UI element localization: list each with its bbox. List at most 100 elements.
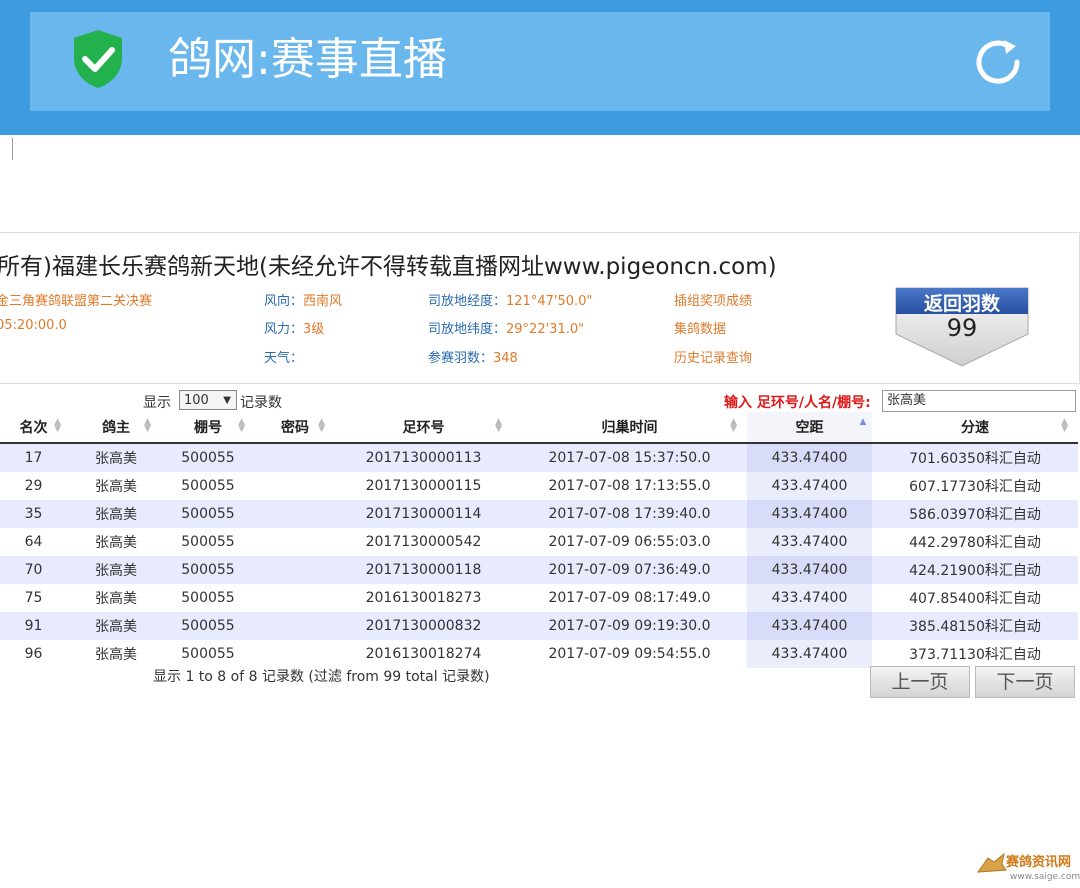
password-cell	[255, 640, 335, 668]
speed-cell: 607.17730科汇自动	[872, 472, 1078, 500]
release-time: 05:20:00.0	[0, 318, 67, 333]
owner-cell: 张高美	[71, 584, 161, 612]
distance-cell: 433.47400	[747, 472, 872, 500]
speed-cell: 586.03970科汇自动	[872, 500, 1078, 528]
table-info: 显示 1 to 8 of 8 记录数 (过滤 from 99 total 记录数…	[153, 669, 490, 685]
ring-cell: 2017130000832	[335, 612, 512, 640]
arrival-cell: 2017-07-09 09:19:30.0	[512, 612, 747, 640]
table-row: 70 张高美 500055 2017130000118 2017-07-09 07:36…	[0, 556, 1078, 584]
column-header-owner[interactable]: 鸽主 ▲ ▼	[71, 412, 161, 444]
owner-cell: 张高美	[71, 500, 161, 528]
password-cell	[255, 443, 335, 472]
sort-icon: ▲ ▼	[54, 417, 61, 434]
loft-cell: 500055	[161, 500, 255, 528]
rank-cell: 91	[0, 612, 71, 640]
arrival-cell: 2017-07-09 08:17:49.0	[512, 584, 747, 612]
column-header-ring[interactable]: 足环号 ▲ ▼	[335, 412, 512, 444]
pigeon-logo-icon	[976, 852, 1007, 873]
table-header-row: 名次 ▲ ▼ 鸽主 ▲ ▼ 棚号 ▲ ▼ 密码 ▲ ▼ 足环号 ▲ ▼ 归巢时间 ▲ ▼ 空距 ▲ 分速 ▲…	[0, 412, 1078, 444]
rank-cell: 75	[0, 584, 71, 612]
sort-icon: ▲ ▼	[730, 417, 737, 434]
watermark-url: www.saige.com	[1010, 872, 1080, 882]
column-header-loft[interactable]: 棚号 ▲ ▼	[161, 412, 255, 444]
loft-cell: 500055	[161, 472, 255, 500]
column-header-password[interactable]: 密码 ▲ ▼	[255, 412, 335, 444]
rank-cell: 70	[0, 556, 71, 584]
rank-cell: 35	[0, 500, 71, 528]
table-row: 29 张高美 500055 2017130000115 2017-07-08 17:13…	[0, 472, 1078, 500]
rank-cell: 17	[0, 443, 71, 472]
table-row: 91 张高美 500055 2017130000832 2017-07-09 09:19…	[0, 612, 1078, 640]
owner-cell: 张高美	[71, 443, 161, 472]
column-header-arrival[interactable]: 归巢时间 ▲ ▼	[512, 412, 747, 444]
sort-icon: ▲ ▼	[495, 417, 502, 434]
wind-direction: 风向：西南风	[264, 294, 343, 309]
loft-cell: 500055	[161, 556, 255, 584]
watermark: 赛鸽资讯网 www.saige.com	[976, 850, 1080, 888]
loft-cell: 500055	[161, 612, 255, 640]
sort-ascending-icon: ▲	[859, 417, 867, 427]
distance-cell: 433.47400	[747, 556, 872, 584]
sort-icon: ▲ ▼	[1061, 417, 1068, 434]
shield-check-icon	[74, 30, 122, 88]
speed-cell: 701.60350科汇自动	[872, 443, 1078, 472]
speed-cell: 407.85400科汇自动	[872, 584, 1078, 612]
loft-cell: 500055	[161, 640, 255, 668]
arrival-cell: 2017-07-09 09:54:55.0	[512, 640, 747, 668]
distance-cell: 433.47400	[747, 528, 872, 556]
password-cell	[255, 584, 335, 612]
release-latitude: 司放地纬度：29°22'31.0"	[428, 322, 585, 337]
app-title: 鸽网:赛事直播	[168, 34, 447, 85]
link-history-query[interactable]: 历史记录查询	[674, 347, 752, 366]
search-input[interactable]: 张高美	[882, 390, 1076, 412]
distance-cell: 433.47400	[747, 443, 872, 472]
app-header	[0, 0, 1080, 135]
prev-page-button[interactable]: 上一页	[870, 666, 970, 698]
ring-cell: 2017130000115	[335, 472, 512, 500]
distance-cell: 433.47400	[747, 500, 872, 528]
rank-cell: 96	[0, 640, 71, 668]
refresh-icon[interactable]	[972, 36, 1028, 88]
link-group-results[interactable]: 插组奖项成绩	[674, 290, 752, 309]
arrival-cell: 2017-07-08 17:13:55.0	[512, 472, 747, 500]
results-table: 名次 ▲ ▼ 鸽主 ▲ ▼ 棚号 ▲ ▼ 密码 ▲ ▼ 足环号 ▲ ▼ 归巢时间 ▲ ▼ 空距 ▲ 分速 ▲…	[0, 412, 1078, 668]
owner-cell: 张高美	[71, 528, 161, 556]
arrival-cell: 2017-07-08 17:39:40.0	[512, 500, 747, 528]
link-collection-data[interactable]: 集鸽数据	[674, 318, 726, 337]
table-row: 17 张高美 500055 2017130000113 2017-07-08 15:37…	[0, 443, 1078, 472]
owner-cell: 张高美	[71, 472, 161, 500]
password-cell	[255, 556, 335, 584]
table-row: 75 张高美 500055 2016130018273 2017-07-09 08:17…	[0, 584, 1078, 612]
arrival-cell: 2017-07-09 07:36:49.0	[512, 556, 747, 584]
column-header-distance[interactable]: 空距 ▲	[747, 412, 872, 444]
records-label: 记录数	[240, 395, 282, 411]
sort-icon: ▲ ▼	[238, 417, 245, 434]
owner-cell: 张高美	[71, 556, 161, 584]
speed-cell: 442.29780科汇自动	[872, 528, 1078, 556]
table-row: 64 张高美 500055 2017130000542 2017-07-09 06:55…	[0, 528, 1078, 556]
loft-cell: 500055	[161, 443, 255, 472]
password-cell	[255, 612, 335, 640]
search-label: 输入 足环号/人名/棚号:	[724, 395, 871, 411]
distance-cell: 433.47400	[747, 640, 872, 668]
ring-cell: 2016130018274	[335, 640, 512, 668]
sort-icon: ▲ ▼	[318, 417, 325, 434]
password-cell	[255, 472, 335, 500]
rank-cell: 29	[0, 472, 71, 500]
table-row: 96 张高美 500055 2016130018274 2017-07-09 09:54…	[0, 640, 1078, 668]
text-cursor	[12, 138, 13, 160]
column-header-rank[interactable]: 名次 ▲ ▼	[0, 412, 71, 444]
rank-cell: 64	[0, 528, 71, 556]
password-cell	[255, 500, 335, 528]
dropdown-caret-icon: ▼	[223, 395, 231, 406]
column-header-speed[interactable]: 分速 ▲ ▼	[872, 412, 1078, 444]
speed-cell: 373.71130科汇自动	[872, 640, 1078, 668]
arrival-cell: 2017-07-09 06:55:03.0	[512, 528, 747, 556]
speed-cell: 424.21900科汇自动	[872, 556, 1078, 584]
loft-cell: 500055	[161, 584, 255, 612]
page-size-select[interactable]: 100 ▼	[179, 390, 237, 410]
return-count-value: 99	[946, 314, 978, 342]
page-size-label: 显示	[143, 395, 171, 411]
next-page-button[interactable]: 下一页	[975, 666, 1075, 698]
entry-count: 参赛羽数：348	[428, 351, 518, 366]
